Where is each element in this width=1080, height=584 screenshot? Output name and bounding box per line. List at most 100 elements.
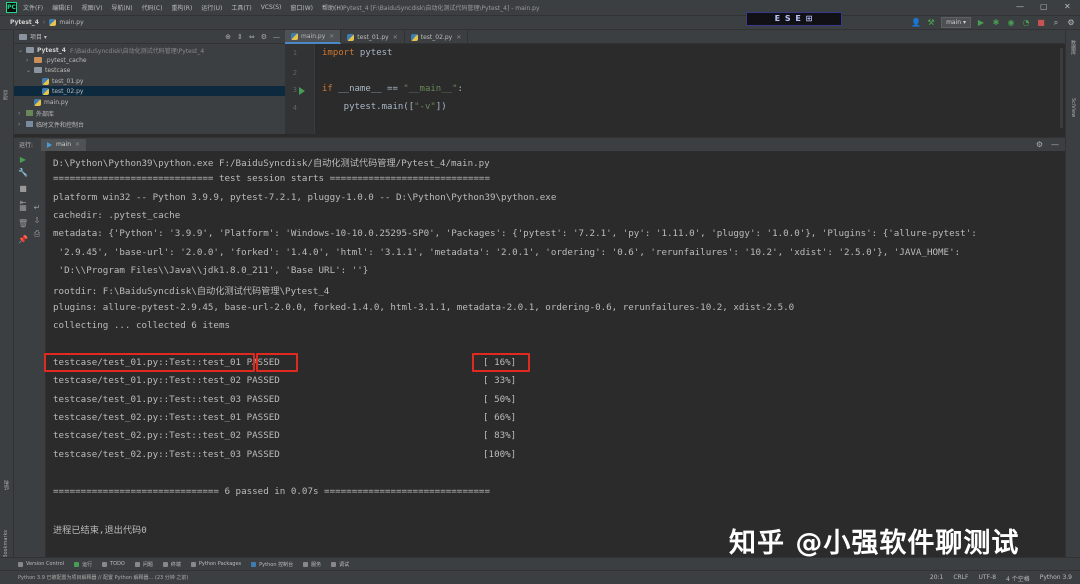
tree-item-pytest-cache[interactable]: › .pytest_cache [26, 55, 285, 65]
close-icon[interactable]: ✕ [456, 34, 461, 41]
tree-item-main[interactable]: main.py [34, 97, 285, 107]
status-bar: Python 3.9 已被配置为项目解释器 // 配置 Python 解释器..… [0, 570, 1080, 584]
todo-icon [102, 561, 108, 567]
tool-version-control[interactable]: Version Control [18, 561, 64, 567]
tree-item-project-root[interactable]: ⌄ Pytest_4 F:\BaiduSyncdisk\自动化测试代码管理\Py… [18, 45, 285, 55]
editor-scrollbar[interactable] [1060, 48, 1063, 128]
wrench-icon[interactable]: 🔧 [18, 168, 28, 178]
line-separator[interactable]: CRLF [953, 574, 968, 583]
bookmarks-tool-tab[interactable]: Bookmarks [3, 530, 9, 558]
close-icon[interactable]: ✕ [75, 141, 80, 148]
gear-icon[interactable]: ⚙ [1036, 140, 1043, 149]
close-window-button[interactable]: ✕ [1064, 2, 1071, 11]
settings-icon[interactable]: ⚙ [1066, 18, 1076, 28]
tool-python-packages[interactable]: Python Packages [190, 561, 241, 567]
user-icon[interactable]: 👤 [911, 18, 921, 28]
python-file-icon [49, 19, 57, 26]
profile-icon[interactable]: ◔ [1021, 18, 1031, 28]
menu-vcs[interactable]: VCS(S) [261, 4, 282, 11]
hammer-icon[interactable]: ⚒ [926, 18, 936, 28]
project-view-selector[interactable]: 项目 ▾ [30, 32, 47, 41]
coverage-icon[interactable]: ◉ [1006, 18, 1016, 28]
collapse-all-icon[interactable]: ⇔ [249, 33, 255, 41]
tool-run[interactable]: 运行 [74, 561, 92, 568]
breadcrumb-project[interactable]: Pytest_4 [10, 19, 39, 26]
tree-item-test-02[interactable]: test_02.py [14, 86, 285, 96]
debug-icon[interactable]: ✱ [991, 18, 1001, 28]
chevron-down-icon[interactable]: ⌄ [26, 67, 34, 74]
tool-todo[interactable]: TODO [102, 561, 125, 567]
menu-file[interactable]: 文件(F) [23, 3, 43, 12]
soft-wrap-icon[interactable]: ↵ [32, 203, 42, 213]
sciview-tool-tab[interactable]: SciView [1070, 98, 1076, 117]
chevron-right-icon[interactable]: › [18, 110, 26, 117]
project-view-icon [19, 33, 27, 40]
tab-test-01-py[interactable]: test_01.py ✕ [341, 30, 405, 44]
run-console[interactable]: D:\Python\Python39\python.exe F:/BaiduSy… [44, 151, 1065, 559]
rerun-icon[interactable]: ▶ [18, 155, 28, 165]
locate-icon[interactable]: ⊕ [225, 33, 231, 41]
layout-icon[interactable]: ▦ [18, 203, 28, 213]
breadcrumb-file[interactable]: main.py [59, 19, 83, 26]
file-encoding[interactable]: UTF-8 [979, 574, 997, 583]
run-icon[interactable]: ▶ [976, 18, 986, 28]
caret-position[interactable]: 20:1 [930, 574, 943, 583]
chevron-right-icon[interactable]: › [18, 121, 26, 128]
run-tab-main[interactable]: main ✕ [41, 138, 87, 151]
run-tab-label: main [56, 141, 72, 148]
clear-icon[interactable] [18, 219, 28, 229]
window-title: Pytest_4 [F:\BaiduSyncdisk\自动化测试代码管理\Pyt… [343, 5, 540, 12]
menu-code[interactable]: 代码(C) [142, 3, 163, 12]
scroll-to-end-icon[interactable]: ⇩ [32, 216, 42, 226]
run-gutter-icon[interactable] [299, 87, 305, 95]
tree-item-label: Pytest_4 [37, 46, 66, 54]
python-console-icon [251, 561, 257, 567]
tree-item-external-libraries[interactable]: › 外部库 [18, 108, 285, 118]
interpreter-selector[interactable]: Python 3.9 [1040, 574, 1072, 583]
tool-debug[interactable]: 调试 [331, 561, 349, 568]
folder-icon [26, 47, 34, 53]
tool-terminal[interactable]: 终端 [162, 561, 181, 568]
print-icon[interactable]: ⎙ [32, 229, 42, 239]
test-result-line: testcase/test_01.py::Test::test_02 PASSE… [53, 375, 280, 386]
code-editor[interactable]: 1 2 3 4 import pytest if __name__ == "__… [285, 44, 1065, 134]
menu-navigate[interactable]: 导航(N) [111, 3, 132, 12]
menu-refactor[interactable]: 重构(R) [171, 3, 192, 12]
database-tool-tab[interactable]: 数据库 [1070, 40, 1077, 55]
tree-item-scratches[interactable]: › 临时文件和控制台 [18, 119, 285, 129]
tab-test-02-py[interactable]: test_02.py ✕ [405, 30, 469, 44]
menu-view[interactable]: 视图(V) [82, 3, 103, 12]
stop-icon[interactable]: ■ [1036, 18, 1046, 28]
tool-services[interactable]: 服务 [303, 561, 321, 568]
chevron-right-icon[interactable]: › [26, 57, 34, 64]
tool-problems[interactable]: 问题 [134, 561, 153, 568]
tree-item-test-01[interactable]: test_01.py [42, 76, 285, 86]
tab-main-py[interactable]: main.py ✕ [285, 30, 342, 44]
expand-all-icon[interactable]: ⇕ [237, 33, 243, 41]
menu-window[interactable]: 窗口(W) [290, 3, 313, 12]
structure-tool-tab[interactable]: 结构 [3, 480, 10, 490]
hide-icon[interactable]: — [1051, 140, 1059, 149]
chevron-down-icon[interactable]: ⌄ [18, 47, 26, 54]
menu-tools[interactable]: 工具(T) [231, 3, 251, 12]
indent-setting[interactable]: 4 个空格 [1006, 574, 1030, 583]
menu-edit[interactable]: 编辑(E) [52, 3, 72, 12]
gear-icon[interactable]: ⚙ [261, 33, 267, 41]
maximize-button[interactable]: ▢ [1040, 2, 1048, 11]
pin-icon[interactable]: 📌 [18, 235, 28, 245]
code-line-3: if __name__ == "__main__": [322, 84, 463, 94]
minimize-button[interactable]: — [1016, 2, 1024, 11]
menu-help[interactable]: 帮助(H) [322, 3, 343, 12]
close-icon[interactable]: ✕ [393, 34, 398, 41]
menu-run[interactable]: 运行(U) [201, 3, 222, 12]
tree-item-testcase[interactable]: ⌄ testcase [26, 65, 285, 75]
search-everywhere-icon[interactable]: ⌕ [1051, 18, 1061, 28]
status-message[interactable]: Python 3.9 已被配置为项目解释器 // 配置 Python 解释器..… [18, 574, 188, 581]
project-tool-tab[interactable]: 项目 [2, 90, 9, 100]
test-progress: [ 33%] [483, 375, 517, 386]
close-icon[interactable]: ✕ [329, 33, 334, 40]
stop-icon[interactable]: ■ [18, 184, 28, 194]
run-config-select[interactable]: main ▾ [941, 17, 971, 28]
hide-icon[interactable]: — [273, 33, 280, 41]
tool-python-console[interactable]: Python 控制台 [251, 561, 293, 568]
